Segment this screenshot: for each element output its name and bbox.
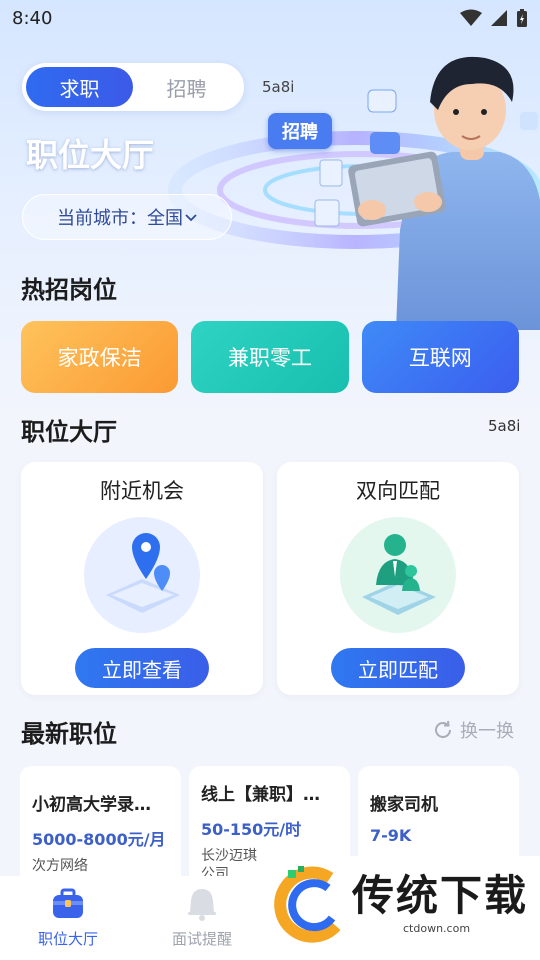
tab-job-hall-label: 职位大厅 [37,930,98,948]
latest-jobs-title: 最新职位 [21,720,117,748]
hot-job-housekeeping[interactable]: 家政保洁 [21,321,179,393]
nearby-card[interactable]: 附近机会 立即查看 [21,462,263,695]
hot-jobs-row: 家政保洁 兼职零工 互联网 [21,321,519,393]
watermark-logo [274,866,341,943]
tab-recruiting[interactable]: 招聘 [133,67,240,107]
wifi-icon [460,9,482,26]
job-company: 次方网络 [32,858,88,874]
match-card[interactable]: 双向匹配 立即匹配 [277,462,519,695]
job-title: 小初高大学录… [32,795,151,815]
hall-title: 职位大厅 [21,418,117,446]
job-title: 线上【兼职】… [201,785,320,805]
person-match-icon [340,517,456,633]
location-pin-icon [84,517,200,633]
watermark: 传统下载 ctdown.com [268,856,540,960]
briefcase-icon [53,888,83,918]
hot-job-internet[interactable]: 互联网 [361,321,519,393]
page-title: 职位大厅 [26,136,155,174]
signal-icon [491,10,507,26]
status-bar: 8:40 [0,0,540,36]
job-salary: 7-9K [370,826,412,845]
bell-icon [188,889,216,921]
watermark-url: ctdown.com [403,922,471,935]
match-card-title: 双向匹配 [356,479,440,503]
job-card[interactable]: 小初高大学录… 5000-8000元/月 次方网络 [20,766,181,886]
tab-interview-reminder[interactable]: 面试提醒 [142,876,262,960]
code-tag: 5a8i [262,78,295,96]
battery-icon [517,9,527,27]
refresh-icon [435,720,451,738]
match-now-button[interactable]: 立即匹配 [331,648,465,688]
tab-job-hall[interactable]: 职位大厅 [8,876,128,960]
tab-job-seeking[interactable]: 求职 [26,67,133,107]
mode-switch: 求职 招聘 [22,63,244,111]
refresh-button[interactable]: 换一换 [432,717,514,743]
city-selector[interactable]: 当前城市：全国 [22,194,232,240]
hot-job-part-time[interactable]: 兼职零工 [191,321,349,393]
tab-interview-reminder-label: 面试提醒 [171,930,232,948]
job-salary: 50-150元/时 [201,820,302,839]
city-selector-label: 当前城市：全国 [57,208,183,229]
status-time: 8:40 [12,7,53,29]
refresh-label: 换一换 [460,721,514,742]
job-salary: 5000-8000元/月 [32,830,166,849]
illustration-bubble: 招聘 [268,113,332,149]
job-title: 搬家司机 [370,795,438,815]
watermark-text: 传统下载 [352,871,529,920]
hall-code-tag: 5a8i [488,417,521,435]
chevron-down-icon [185,214,197,222]
hot-jobs-title: 热招岗位 [21,276,117,304]
nearby-card-title: 附近机会 [100,479,184,503]
view-now-button[interactable]: 立即查看 [75,648,209,688]
